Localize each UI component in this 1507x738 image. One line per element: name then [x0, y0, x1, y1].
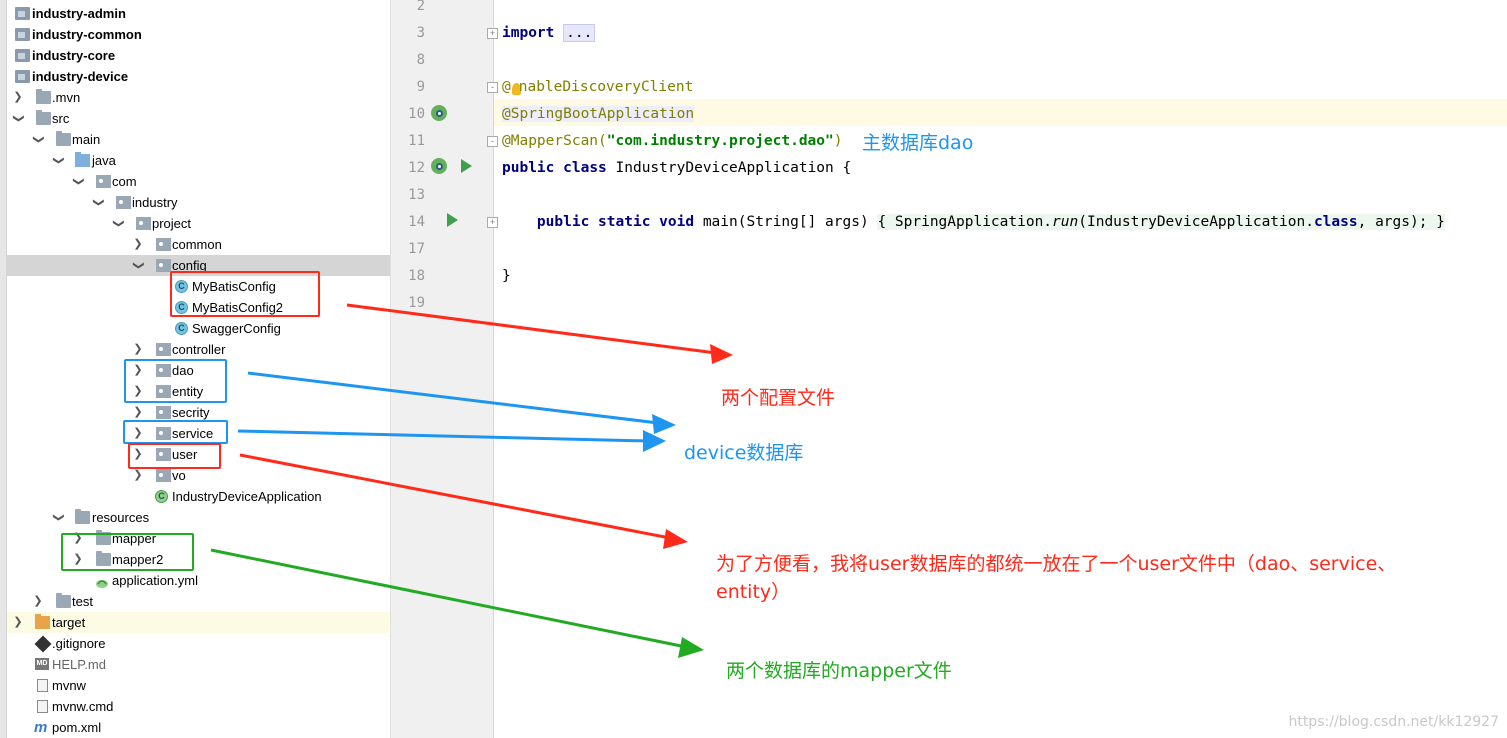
arrow-configs-head	[710, 344, 733, 364]
arrow-configs	[346, 303, 717, 355]
arrow-dao-entity-head	[652, 414, 676, 434]
arrow-user	[239, 453, 671, 540]
note-user-line2: entity）	[716, 581, 791, 603]
note-two-configs: 两个配置文件	[721, 387, 836, 409]
arrow-mappers	[210, 548, 687, 649]
arrow-service	[237, 429, 649, 443]
arrow-mappers-head	[678, 637, 704, 658]
watermark: https://blog.csdn.net/kk12927	[1288, 714, 1499, 730]
note-main-db-dao: 主数据库dao	[862, 132, 974, 154]
arrow-user-head	[663, 529, 688, 549]
note-mappers: 两个数据库的mapper文件	[726, 660, 952, 682]
annotation-arrows	[210, 303, 733, 658]
arrow-dao-entity	[247, 371, 659, 425]
note-device-db: device数据库	[684, 442, 804, 464]
note-user-line1: 为了方便看，我将user数据库的都统一放在了一个user文件中（dao、serv…	[716, 553, 1397, 575]
